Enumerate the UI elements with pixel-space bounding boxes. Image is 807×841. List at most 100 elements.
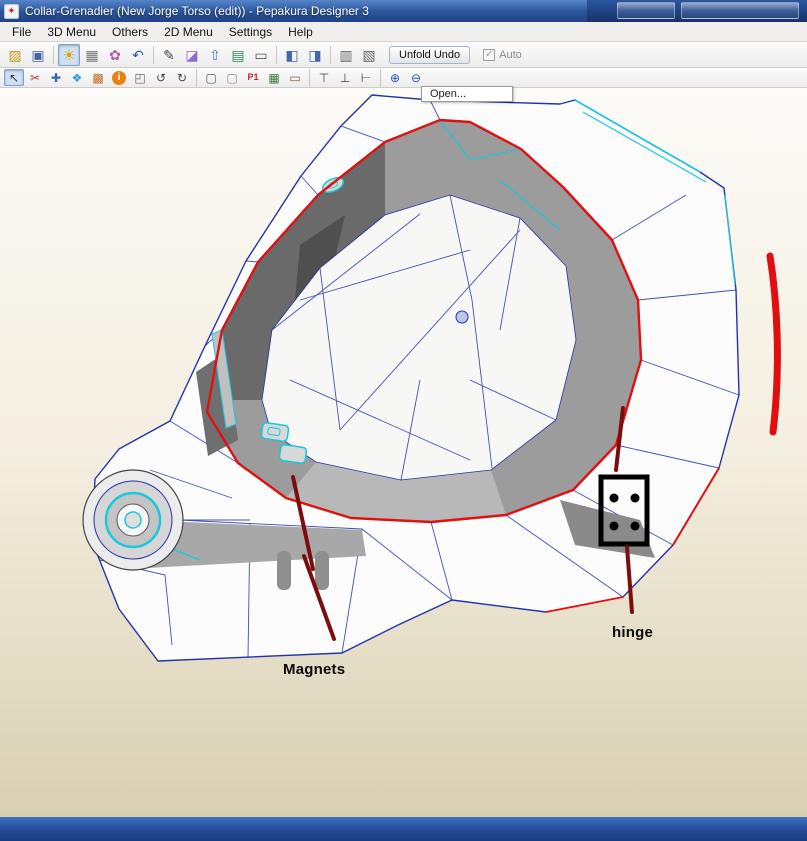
menu-help[interactable]: Help (280, 23, 321, 41)
open-icon[interactable]: ▨ (4, 44, 26, 66)
toolbar-main: ▨ ▣ ☀ ▦ ✿ ↶ ✎ ◪ ⇧ ▤ ▭ ◧ ◨ ▥ ▧ Unfold Undo ✓ Auto (0, 42, 807, 68)
paint-face-icon[interactable]: ❖ (67, 69, 87, 86)
save-icon[interactable]: ▣ (27, 44, 49, 66)
save-icon: ▣ (31, 46, 45, 63)
grid-icon: ▦ (268, 70, 280, 85)
undo-icon[interactable]: ↶ (127, 44, 149, 66)
title-bar: ✦ Collar-Grenadier (New Jorge Torso (edi… (0, 0, 807, 22)
arrow-up-icon[interactable]: ⇧ (204, 44, 226, 66)
taskbar[interactable] (0, 817, 807, 841)
toolbar-separator (153, 45, 154, 64)
open-icon: ▨ (8, 46, 22, 63)
rotate-left-icon: ↺ (155, 70, 167, 85)
eraser-icon: ◪ (185, 46, 199, 63)
rotate-right-icon: ↻ (176, 70, 188, 85)
model-canvas (82, 94, 781, 662)
select-arrow-icon[interactable]: ↖ (4, 69, 24, 86)
part-number-icon: P1 (247, 72, 259, 82)
zoom-in-icon: ⊕ (389, 70, 401, 85)
pen-icon: ✎ (163, 46, 175, 63)
auto-checkbox[interactable]: ✓ (483, 48, 496, 61)
render-toggle-icon: ☀ (62, 46, 76, 63)
select-rect-icon[interactable]: ▢ (201, 69, 221, 86)
divide-edge-icon[interactable]: ✂ (25, 69, 45, 86)
red-mark-right (766, 252, 781, 436)
menu-settings[interactable]: Settings (221, 23, 280, 41)
select-part-icon[interactable]: ▢ (222, 69, 242, 86)
material-palette-icon[interactable]: ✿ (104, 44, 126, 66)
zoom-in-icon[interactable]: ⊕ (385, 69, 405, 86)
menu-file[interactable]: File (4, 23, 39, 41)
texture-stack-icon: ▩ (92, 70, 104, 85)
texture-view-icon: ▦ (85, 46, 99, 63)
menu-others[interactable]: Others (104, 23, 156, 41)
toolbar-separator (276, 45, 277, 64)
texture-stack-icon[interactable]: ▩ (88, 69, 108, 86)
render-toggle-icon[interactable]: ☀ (58, 43, 80, 66)
print-layout-icon[interactable]: ▥ (335, 44, 357, 66)
menu-3d-menu[interactable]: 3D Menu (39, 23, 104, 41)
tooltip-open: Open... (421, 86, 513, 102)
print-layout-icon: ▥ (339, 46, 353, 63)
info-icon[interactable]: i (109, 69, 129, 86)
info-icon: i (112, 70, 126, 85)
divide-edge-icon: ✂ (29, 70, 41, 85)
paint-face-icon: ❖ (71, 70, 83, 85)
toolbar-separator (309, 68, 310, 87)
capture-icon[interactable]: ▭ (250, 44, 272, 66)
detail-circle (455, 310, 469, 324)
select-rect-icon: ▢ (205, 70, 217, 85)
part-number-icon[interactable]: P1 (243, 69, 263, 86)
annotation-magnets-label: Magnets (283, 661, 346, 678)
box-part-icon[interactable]: ◰ (130, 69, 150, 86)
align-left-icon[interactable]: ⊢ (356, 69, 376, 86)
toolbar-secondary: ↖ ✂ ✚ ❖ ▩ i ◰ ↺ ↻ ▢ ▢ P1 ▦ ▭ ⊤ ⊥ ⊢ ⊕ ⊖ (0, 68, 807, 88)
texture-view-icon[interactable]: ▦ (81, 44, 103, 66)
export-page-icon: ▤ (231, 46, 245, 63)
align-top-icon: ⊤ (318, 70, 330, 85)
material-palette-icon: ✿ (109, 46, 121, 63)
grid-icon[interactable]: ▦ (264, 69, 284, 86)
zoom-out-icon[interactable]: ⊖ (406, 69, 426, 86)
align-bottom-icon[interactable]: ⊥ (335, 69, 355, 86)
background-window-button[interactable] (617, 2, 675, 19)
select-arrow-icon: ↖ (8, 70, 20, 85)
annotation-hinge-label: hinge (612, 624, 653, 641)
align-left-icon: ⊢ (360, 70, 372, 85)
ruler-icon: ▭ (289, 70, 301, 85)
layout-3d-window-icon[interactable]: ◧ (281, 44, 303, 66)
box-part-icon: ◰ (134, 70, 146, 85)
undo-icon: ↶ (132, 46, 144, 63)
align-top-icon[interactable]: ⊤ (314, 69, 334, 86)
app-icon: ✦ (4, 3, 19, 19)
pen-icon[interactable]: ✎ (158, 44, 180, 66)
toolbar-separator (380, 68, 381, 87)
join-edge-icon: ✚ (50, 70, 62, 85)
hinge-circles (82, 469, 184, 571)
unfold-undo-button[interactable]: Unfold Undo (389, 45, 471, 64)
zoom-out-icon: ⊖ (410, 70, 422, 85)
rotate-right-icon[interactable]: ↻ (172, 69, 192, 86)
page-setup-icon: ▧ (362, 46, 376, 63)
eraser-icon[interactable]: ◪ (181, 44, 203, 66)
arrow-up-icon: ⇧ (209, 46, 221, 63)
toolbar-separator (330, 45, 331, 64)
layout-2d-window-icon: ◨ (308, 46, 322, 63)
menu-2d-menu[interactable]: 2D Menu (156, 23, 221, 41)
window-title: Collar-Grenadier (New Jorge Torso (edit)… (25, 4, 369, 18)
menu-bar: File 3D Menu Others 2D Menu Settings Help (0, 22, 807, 42)
select-part-icon: ▢ (226, 70, 238, 85)
align-bottom-icon: ⊥ (339, 70, 351, 85)
page-setup-icon[interactable]: ▧ (358, 44, 380, 66)
layout-2d-window-icon[interactable]: ◨ (304, 44, 326, 66)
background-window-button[interactable] (681, 2, 799, 19)
rotate-left-icon[interactable]: ↺ (151, 69, 171, 86)
toolbar-separator (196, 68, 197, 87)
join-edge-icon[interactable]: ✚ (46, 69, 66, 86)
toolbar-separator (53, 45, 54, 64)
export-page-icon[interactable]: ▤ (227, 44, 249, 66)
capture-icon: ▭ (254, 46, 268, 63)
auto-checkbox-group: ✓ Auto (483, 48, 522, 61)
model-viewport[interactable]: Magnets hinge (0, 88, 807, 817)
ruler-icon[interactable]: ▭ (285, 69, 305, 86)
